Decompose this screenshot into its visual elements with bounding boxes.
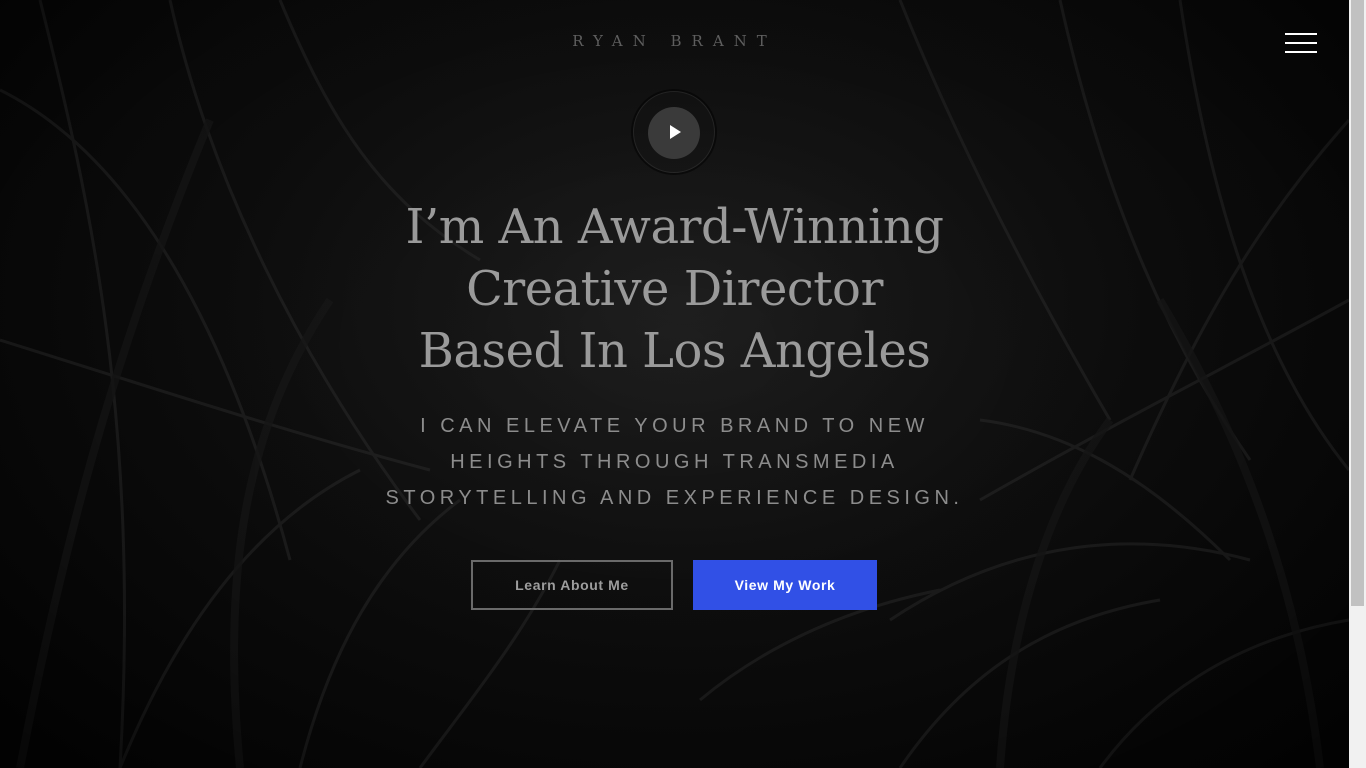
page-scrollbar[interactable] bbox=[1349, 0, 1366, 768]
menu-line bbox=[1285, 51, 1317, 53]
play-video-ring bbox=[633, 91, 715, 173]
play-video-button[interactable] bbox=[648, 107, 700, 159]
headline-line: Based In Los Angeles bbox=[418, 323, 931, 379]
hero-subheadline: I CAN ELEVATE YOUR BRAND TO NEW HEIGHTS … bbox=[0, 408, 1349, 516]
learn-about-me-button[interactable]: Learn About Me bbox=[471, 560, 673, 610]
scrollbar-thumb[interactable] bbox=[1351, 0, 1364, 606]
site-brand[interactable]: RYAN BRANT bbox=[0, 32, 1349, 50]
menu-line bbox=[1285, 33, 1317, 35]
menu-line bbox=[1285, 42, 1317, 44]
hero-page: RYAN BRANT I’m An Award-Winning Creative… bbox=[0, 0, 1366, 768]
subheadline-line: I CAN ELEVATE YOUR BRAND TO NEW bbox=[420, 415, 929, 437]
headline-line: I’m An Award-Winning bbox=[405, 199, 944, 255]
headline-line: Creative Director bbox=[466, 261, 883, 317]
subheadline-line: STORYTELLING AND EXPERIENCE DESIGN. bbox=[385, 487, 964, 509]
hamburger-menu-icon[interactable] bbox=[1285, 31, 1317, 55]
hero-headline: I’m An Award-Winning Creative Director B… bbox=[0, 196, 1349, 382]
play-icon bbox=[670, 125, 681, 139]
view-my-work-button[interactable]: View My Work bbox=[693, 560, 877, 610]
subheadline-line: HEIGHTS THROUGH TRANSMEDIA bbox=[450, 451, 899, 473]
